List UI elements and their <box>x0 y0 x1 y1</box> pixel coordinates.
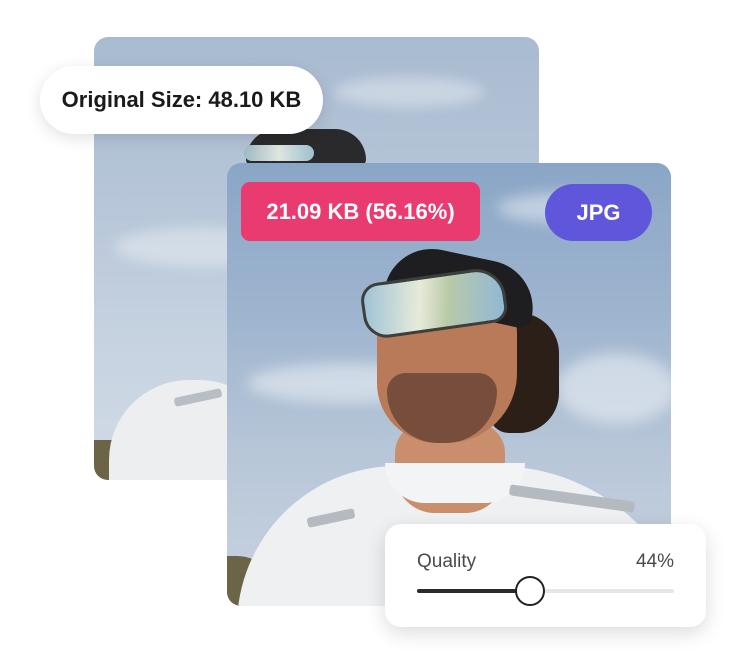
format-badge[interactable]: JPG <box>545 184 652 241</box>
compressed-size-badge: 21.09 KB (56.16%) <box>241 182 480 241</box>
quality-slider[interactable] <box>417 576 674 606</box>
quality-value: 44% <box>635 551 674 572</box>
quality-slider-fill <box>417 589 531 593</box>
quality-label: Quality <box>417 551 477 572</box>
quality-panel: Quality 44% <box>385 524 706 627</box>
quality-slider-thumb[interactable] <box>515 576 546 606</box>
original-size-label: Original Size: 48.10 KB <box>40 66 323 134</box>
